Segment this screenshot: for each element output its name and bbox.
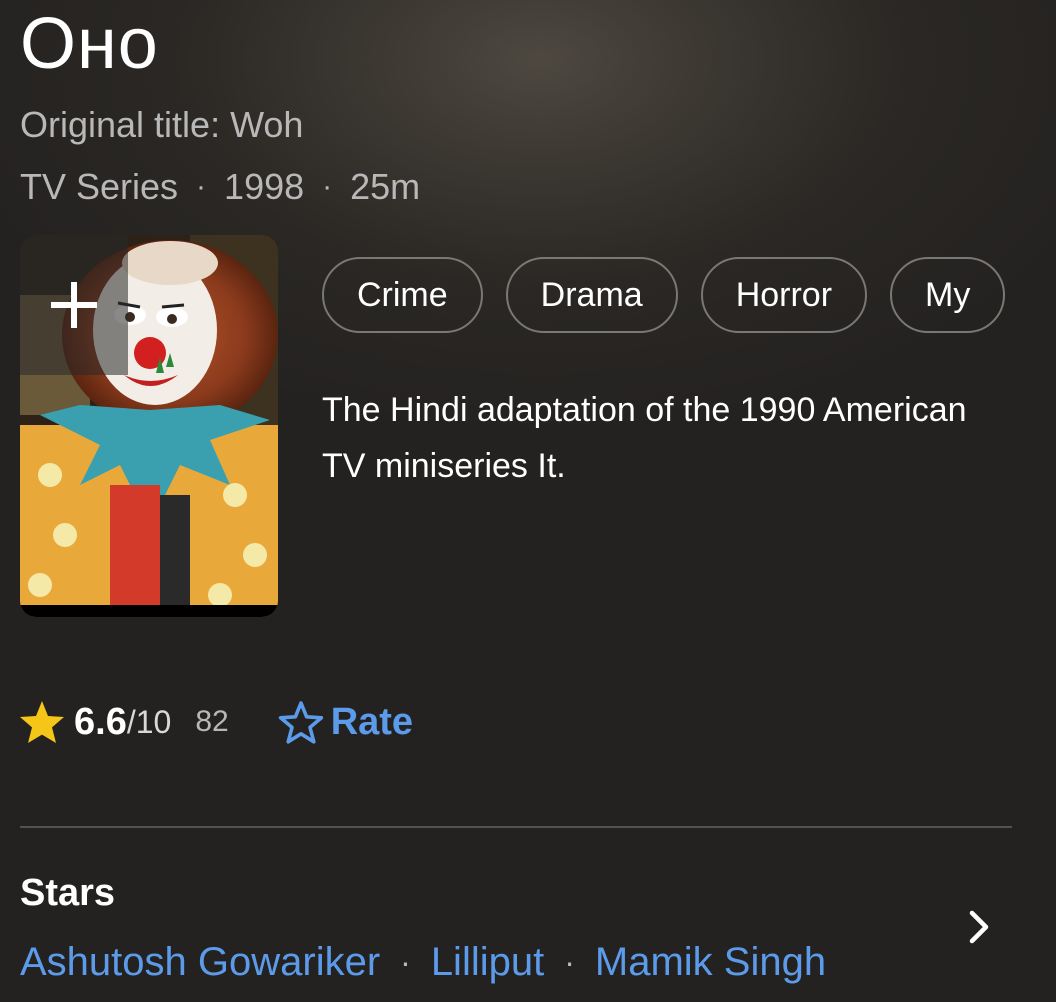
rate-label: Rate: [330, 700, 414, 743]
star-separator: ·: [400, 944, 411, 980]
section-divider: [20, 826, 1012, 828]
stars-heading: Stars: [20, 872, 116, 914]
rating-score: 6.6: [74, 700, 127, 743]
rate-button[interactable]: Rate: [277, 699, 413, 745]
star-link[interactable]: Ashutosh Gowariker: [20, 934, 380, 990]
page-title: Оно: [20, 4, 159, 84]
meta-separator: ·: [322, 170, 333, 203]
add-to-watchlist-button[interactable]: [20, 235, 128, 375]
genre-chip-drama[interactable]: Drama: [505, 257, 678, 333]
stars-list: Ashutosh Gowariker · Lilliput · Mamik Si…: [20, 934, 826, 990]
original-title: Original title: Woh: [20, 104, 304, 145]
title-metadata: TV Series · 1998 · 25m: [20, 165, 420, 209]
poster-image[interactable]: [20, 235, 278, 617]
genre-chip-horror[interactable]: Horror: [700, 257, 868, 333]
vote-count: 82: [195, 705, 229, 738]
plus-icon: [51, 282, 97, 328]
genre-chip-mystery[interactable]: My: [890, 257, 1006, 333]
plot-summary: The Hindi adaptation of the 1990 America…: [322, 391, 967, 485]
stars-more-button[interactable]: [962, 905, 998, 954]
runtime: 25m: [350, 166, 421, 207]
genre-chips: Crime Drama Horror My: [322, 257, 1008, 339]
release-year: 1998: [224, 166, 305, 207]
star-outline-icon: [278, 701, 323, 744]
title-type: TV Series: [20, 166, 179, 207]
star-link[interactable]: Mamik Singh: [595, 934, 826, 990]
meta-separator: ·: [196, 170, 207, 203]
star-filled-icon: [20, 701, 64, 743]
rating-row: 6.6 /10 82 Rate: [18, 694, 413, 750]
chevron-right-icon: [969, 910, 989, 944]
genre-chip-crime[interactable]: Crime: [322, 257, 483, 333]
star-link[interactable]: Lilliput: [431, 934, 544, 990]
star-separator: ·: [564, 944, 575, 980]
rating-scale: /10: [126, 703, 172, 740]
